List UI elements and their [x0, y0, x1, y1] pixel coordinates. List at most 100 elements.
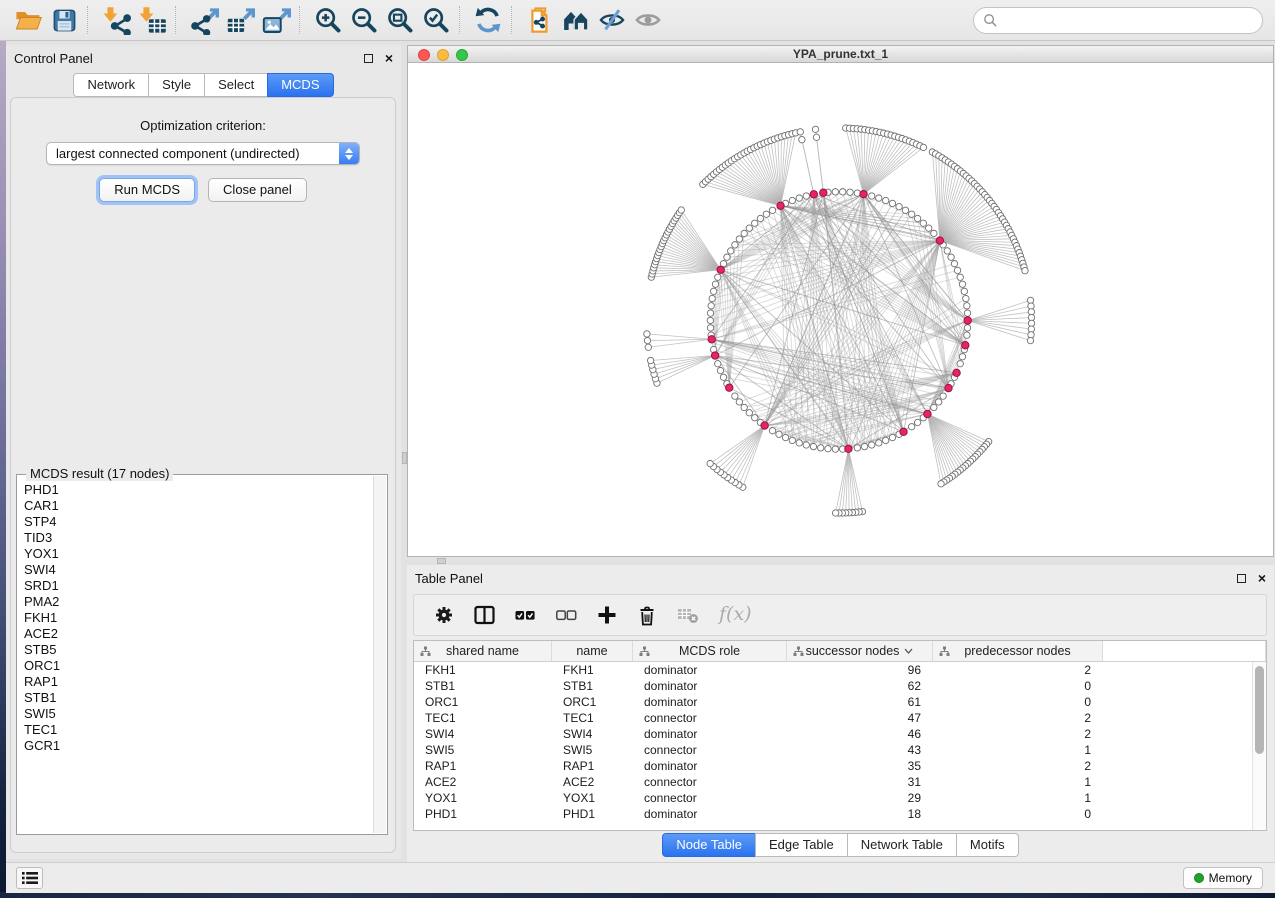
- select-stepper-icon: [339, 143, 359, 164]
- share-document-icon[interactable]: [522, 3, 558, 37]
- memory-button[interactable]: Memory: [1183, 867, 1263, 889]
- select-all-rows-icon[interactable]: [515, 605, 536, 625]
- table-cell: TEC1: [552, 711, 633, 725]
- mcds-result-item[interactable]: PHD1: [18, 482, 373, 498]
- mcds-result-item[interactable]: SWI4: [18, 562, 373, 578]
- table-row[interactable]: STB1STB1dominator620: [414, 678, 1266, 694]
- mcds-result-item[interactable]: FKH1: [18, 610, 373, 626]
- mcds-result-item[interactable]: STB5: [18, 642, 373, 658]
- float-panel-icon[interactable]: [364, 54, 373, 63]
- table-row[interactable]: PHD1PHD1dominator180: [414, 806, 1266, 822]
- table-cell: 2: [933, 711, 1103, 725]
- delete-columns-icon[interactable]: [637, 605, 657, 626]
- export-image-icon[interactable]: [258, 3, 294, 37]
- show-graphics-details-icon[interactable]: [630, 3, 666, 37]
- run-mcds-button[interactable]: Run MCDS: [99, 178, 195, 202]
- close-panel-button[interactable]: Close panel: [208, 178, 307, 202]
- minimize-window-icon[interactable]: [437, 49, 449, 61]
- maximize-window-icon[interactable]: [456, 49, 468, 61]
- mcds-result-item[interactable]: TEC1: [18, 722, 373, 738]
- mcds-result-item[interactable]: SRD1: [18, 578, 373, 594]
- optimization-criterion-select[interactable]: largest connected component (undirected): [46, 142, 360, 165]
- table-row[interactable]: FKH1FKH1dominator962: [414, 662, 1266, 678]
- close-panel-icon[interactable]: ×: [1258, 574, 1266, 583]
- search-field[interactable]: [973, 7, 1263, 34]
- table-settings-icon[interactable]: [434, 605, 454, 625]
- table-cell: connector: [633, 775, 787, 789]
- mcds-result-item[interactable]: RAP1: [18, 674, 373, 690]
- table-cell: dominator: [633, 663, 787, 677]
- tab-select[interactable]: Select: [204, 73, 268, 97]
- mcds-result-item[interactable]: CAR1: [18, 498, 373, 514]
- column-header-predecessor-nodes[interactable]: predecessor nodes: [933, 641, 1103, 661]
- mcds-result-item[interactable]: STP4: [18, 514, 373, 530]
- task-history-button[interactable]: [16, 867, 43, 889]
- horizontal-splitter-handle[interactable]: [437, 558, 446, 564]
- zoom-out-icon[interactable]: [346, 3, 382, 37]
- zoom-selected-icon[interactable]: [418, 3, 454, 37]
- apply-layout-icon[interactable]: [470, 3, 506, 37]
- table-row[interactable]: SWI5SWI5connector431: [414, 742, 1266, 758]
- optimization-criterion-value: largest connected component (undirected): [56, 146, 300, 161]
- tab-network[interactable]: Network: [73, 73, 149, 97]
- deselect-all-rows-icon[interactable]: [556, 605, 577, 625]
- float-panel-icon[interactable]: [1237, 574, 1246, 583]
- table-cell: FKH1: [414, 663, 552, 677]
- table-cell: 61: [787, 695, 933, 709]
- mcds-result-list[interactable]: PHD1CAR1STP4TID3YOX1SWI4SRD1PMA2FKH1ACE2…: [18, 476, 373, 833]
- mcds-result-item[interactable]: PMA2: [18, 594, 373, 610]
- zoom-in-icon[interactable]: [310, 3, 346, 37]
- close-window-icon[interactable]: [418, 49, 430, 61]
- column-header-name[interactable]: name: [552, 641, 633, 661]
- tab-mcds[interactable]: MCDS: [267, 73, 333, 97]
- table-cell: dominator: [633, 695, 787, 709]
- table-cell: YOX1: [552, 791, 633, 805]
- table-cell: dominator: [633, 727, 787, 741]
- import-table-icon[interactable]: [134, 3, 170, 37]
- export-network-icon[interactable]: [186, 3, 222, 37]
- table-cell: SWI4: [414, 727, 552, 741]
- mcds-result-item[interactable]: ORC1: [18, 658, 373, 674]
- column-header-successor-nodes[interactable]: successor nodes: [787, 641, 933, 661]
- tab-style[interactable]: Style: [148, 73, 205, 97]
- tab-network-table[interactable]: Network Table: [847, 833, 957, 857]
- hide-graphics-details-icon[interactable]: [594, 3, 630, 37]
- mcds-result-item[interactable]: GCR1: [18, 738, 373, 754]
- table-row[interactable]: ACE2ACE2connector311: [414, 774, 1266, 790]
- table-row[interactable]: RAP1RAP1dominator352: [414, 758, 1266, 774]
- mcds-result-item[interactable]: STB1: [18, 690, 373, 706]
- export-table-icon[interactable]: [222, 3, 258, 37]
- mcds-result-item[interactable]: ACE2: [18, 626, 373, 642]
- zoom-fit-icon[interactable]: [382, 3, 418, 37]
- open-session-icon[interactable]: [10, 3, 46, 37]
- column-header-shared-name[interactable]: shared name: [414, 641, 552, 661]
- table-row[interactable]: TEC1TEC1connector472: [414, 710, 1266, 726]
- network-canvas[interactable]: [407, 63, 1274, 557]
- mcds-result-group: MCDS result (17 nodes) PHD1CAR1STP4TID3Y…: [16, 474, 388, 835]
- tab-edge-table[interactable]: Edge Table: [755, 833, 848, 857]
- tab-motifs[interactable]: Motifs: [956, 833, 1019, 857]
- table-scrollbar-track[interactable]: [1252, 662, 1266, 830]
- table-row[interactable]: ORC1ORC1dominator610: [414, 694, 1266, 710]
- mcds-result-item[interactable]: TID3: [18, 530, 373, 546]
- mcds-result-item[interactable]: YOX1: [18, 546, 373, 562]
- show-columns-icon[interactable]: [474, 605, 495, 625]
- column-header-mcds-role[interactable]: MCDS role: [633, 641, 787, 661]
- toolbar-separator: [299, 6, 305, 34]
- mcds-list-scrollbar[interactable]: [373, 476, 386, 833]
- import-network-icon[interactable]: [98, 3, 134, 37]
- table-row[interactable]: SWI4SWI4dominator462: [414, 726, 1266, 742]
- table-cell: connector: [633, 743, 787, 757]
- tab-node-table[interactable]: Node Table: [662, 833, 756, 857]
- network-window-titlebar[interactable]: YPA_prune.txt_1: [407, 45, 1274, 63]
- network-view-window: YPA_prune.txt_1: [407, 45, 1274, 557]
- toolbar-separator: [459, 6, 465, 34]
- search-input[interactable]: [998, 10, 1262, 30]
- mcds-result-item[interactable]: SWI5: [18, 706, 373, 722]
- save-session-icon[interactable]: [46, 3, 82, 37]
- table-scrollbar-thumb[interactable]: [1255, 666, 1264, 754]
- table-row[interactable]: YOX1YOX1connector291: [414, 790, 1266, 806]
- close-panel-icon[interactable]: ×: [385, 54, 393, 63]
- add-column-icon[interactable]: [597, 605, 617, 625]
- overview-icon[interactable]: [558, 3, 594, 37]
